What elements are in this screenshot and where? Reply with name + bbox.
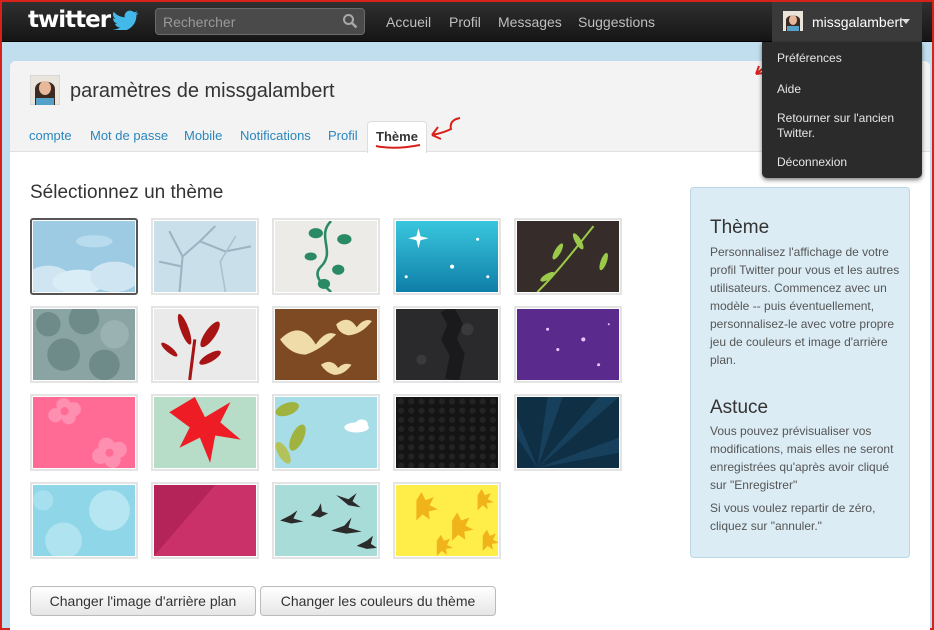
theme-thumbnail[interactable] xyxy=(151,306,259,383)
tab-password[interactable]: Mot de passe xyxy=(90,128,168,143)
theme-thumbnail[interactable] xyxy=(393,394,501,471)
theme-thumbnail[interactable] xyxy=(393,218,501,295)
sidebar-reset-text: Si vous voulez repartir de zéro, cliquez… xyxy=(710,501,876,533)
theme-thumbnail[interactable] xyxy=(393,306,501,383)
menu-item-old-twitter[interactable]: Retourner sur l'ancien Twitter. xyxy=(777,111,917,141)
theme-thumbnail[interactable] xyxy=(272,306,380,383)
bird-icon xyxy=(113,10,139,30)
sidebar-theme-text: Personnalisez l'affichage de votre profi… xyxy=(710,245,900,367)
help-sidebar: Thème Personnalisez l'affichage de votre… xyxy=(690,187,910,558)
tab-theme[interactable]: Thème xyxy=(367,121,427,153)
sidebar-tip-title: Astuce xyxy=(710,397,769,418)
menu-item-logout[interactable]: Déconnexion xyxy=(777,155,847,170)
theme-thumbnail[interactable] xyxy=(30,306,138,383)
theme-thumbnail[interactable] xyxy=(514,394,622,471)
theme-thumbnail[interactable] xyxy=(151,482,259,559)
search-input[interactable] xyxy=(156,9,336,34)
avatar xyxy=(783,11,803,31)
tab-profile[interactable]: Profil xyxy=(328,128,358,143)
user-dropdown-menu: Préférences Aide Retourner sur l'ancien … xyxy=(762,42,922,178)
nav-messages[interactable]: Messages xyxy=(498,14,562,30)
theme-thumbnail[interactable] xyxy=(151,218,259,295)
theme-thumbnail[interactable] xyxy=(151,394,259,471)
theme-thumbnail[interactable] xyxy=(30,218,138,295)
tab-mobile[interactable]: Mobile xyxy=(184,128,222,143)
theme-thumbnail[interactable] xyxy=(272,394,380,471)
profile-avatar xyxy=(30,75,60,105)
tab-notifications[interactable]: Notifications xyxy=(240,128,311,143)
search-icon[interactable] xyxy=(342,13,358,29)
nav-profile[interactable]: Profil xyxy=(449,14,481,30)
user-menu-toggle[interactable]: missgalambert xyxy=(772,2,922,42)
logo-wordmark: twitter xyxy=(28,7,111,33)
change-background-button[interactable]: Changer l'image d'arrière plan xyxy=(30,586,256,616)
sidebar-tip-text: Vous pouvez prévisualiser vos modificati… xyxy=(710,424,894,492)
nav-suggestions[interactable]: Suggestions xyxy=(578,14,655,30)
twitter-logo[interactable]: twitter xyxy=(28,7,139,33)
theme-thumbnail[interactable] xyxy=(30,482,138,559)
theme-thumbnail[interactable] xyxy=(393,482,501,559)
top-navigation-bar: twitter Accueil Profil Messages Suggesti… xyxy=(2,2,932,42)
search-box xyxy=(155,8,365,35)
theme-thumbnail[interactable] xyxy=(514,306,622,383)
theme-thumbnail[interactable] xyxy=(272,482,380,559)
theme-thumbnail[interactable] xyxy=(514,218,622,295)
menu-item-preferences[interactable]: Préférences xyxy=(777,51,842,66)
page-title: paramètres de missgalambert xyxy=(70,80,335,102)
theme-section-title: Sélectionnez un thème xyxy=(30,182,224,203)
tab-account[interactable]: compte xyxy=(29,128,72,143)
theme-thumbnail[interactable] xyxy=(30,394,138,471)
chevron-down-icon xyxy=(902,19,910,24)
menu-item-help[interactable]: Aide xyxy=(777,82,801,97)
change-colors-button[interactable]: Changer les couleurs du thème xyxy=(260,586,496,616)
username-label: missgalambert xyxy=(812,14,904,30)
theme-thumbnail[interactable] xyxy=(272,218,380,295)
sidebar-theme-title: Thème xyxy=(710,217,770,238)
nav-home[interactable]: Accueil xyxy=(386,14,431,30)
